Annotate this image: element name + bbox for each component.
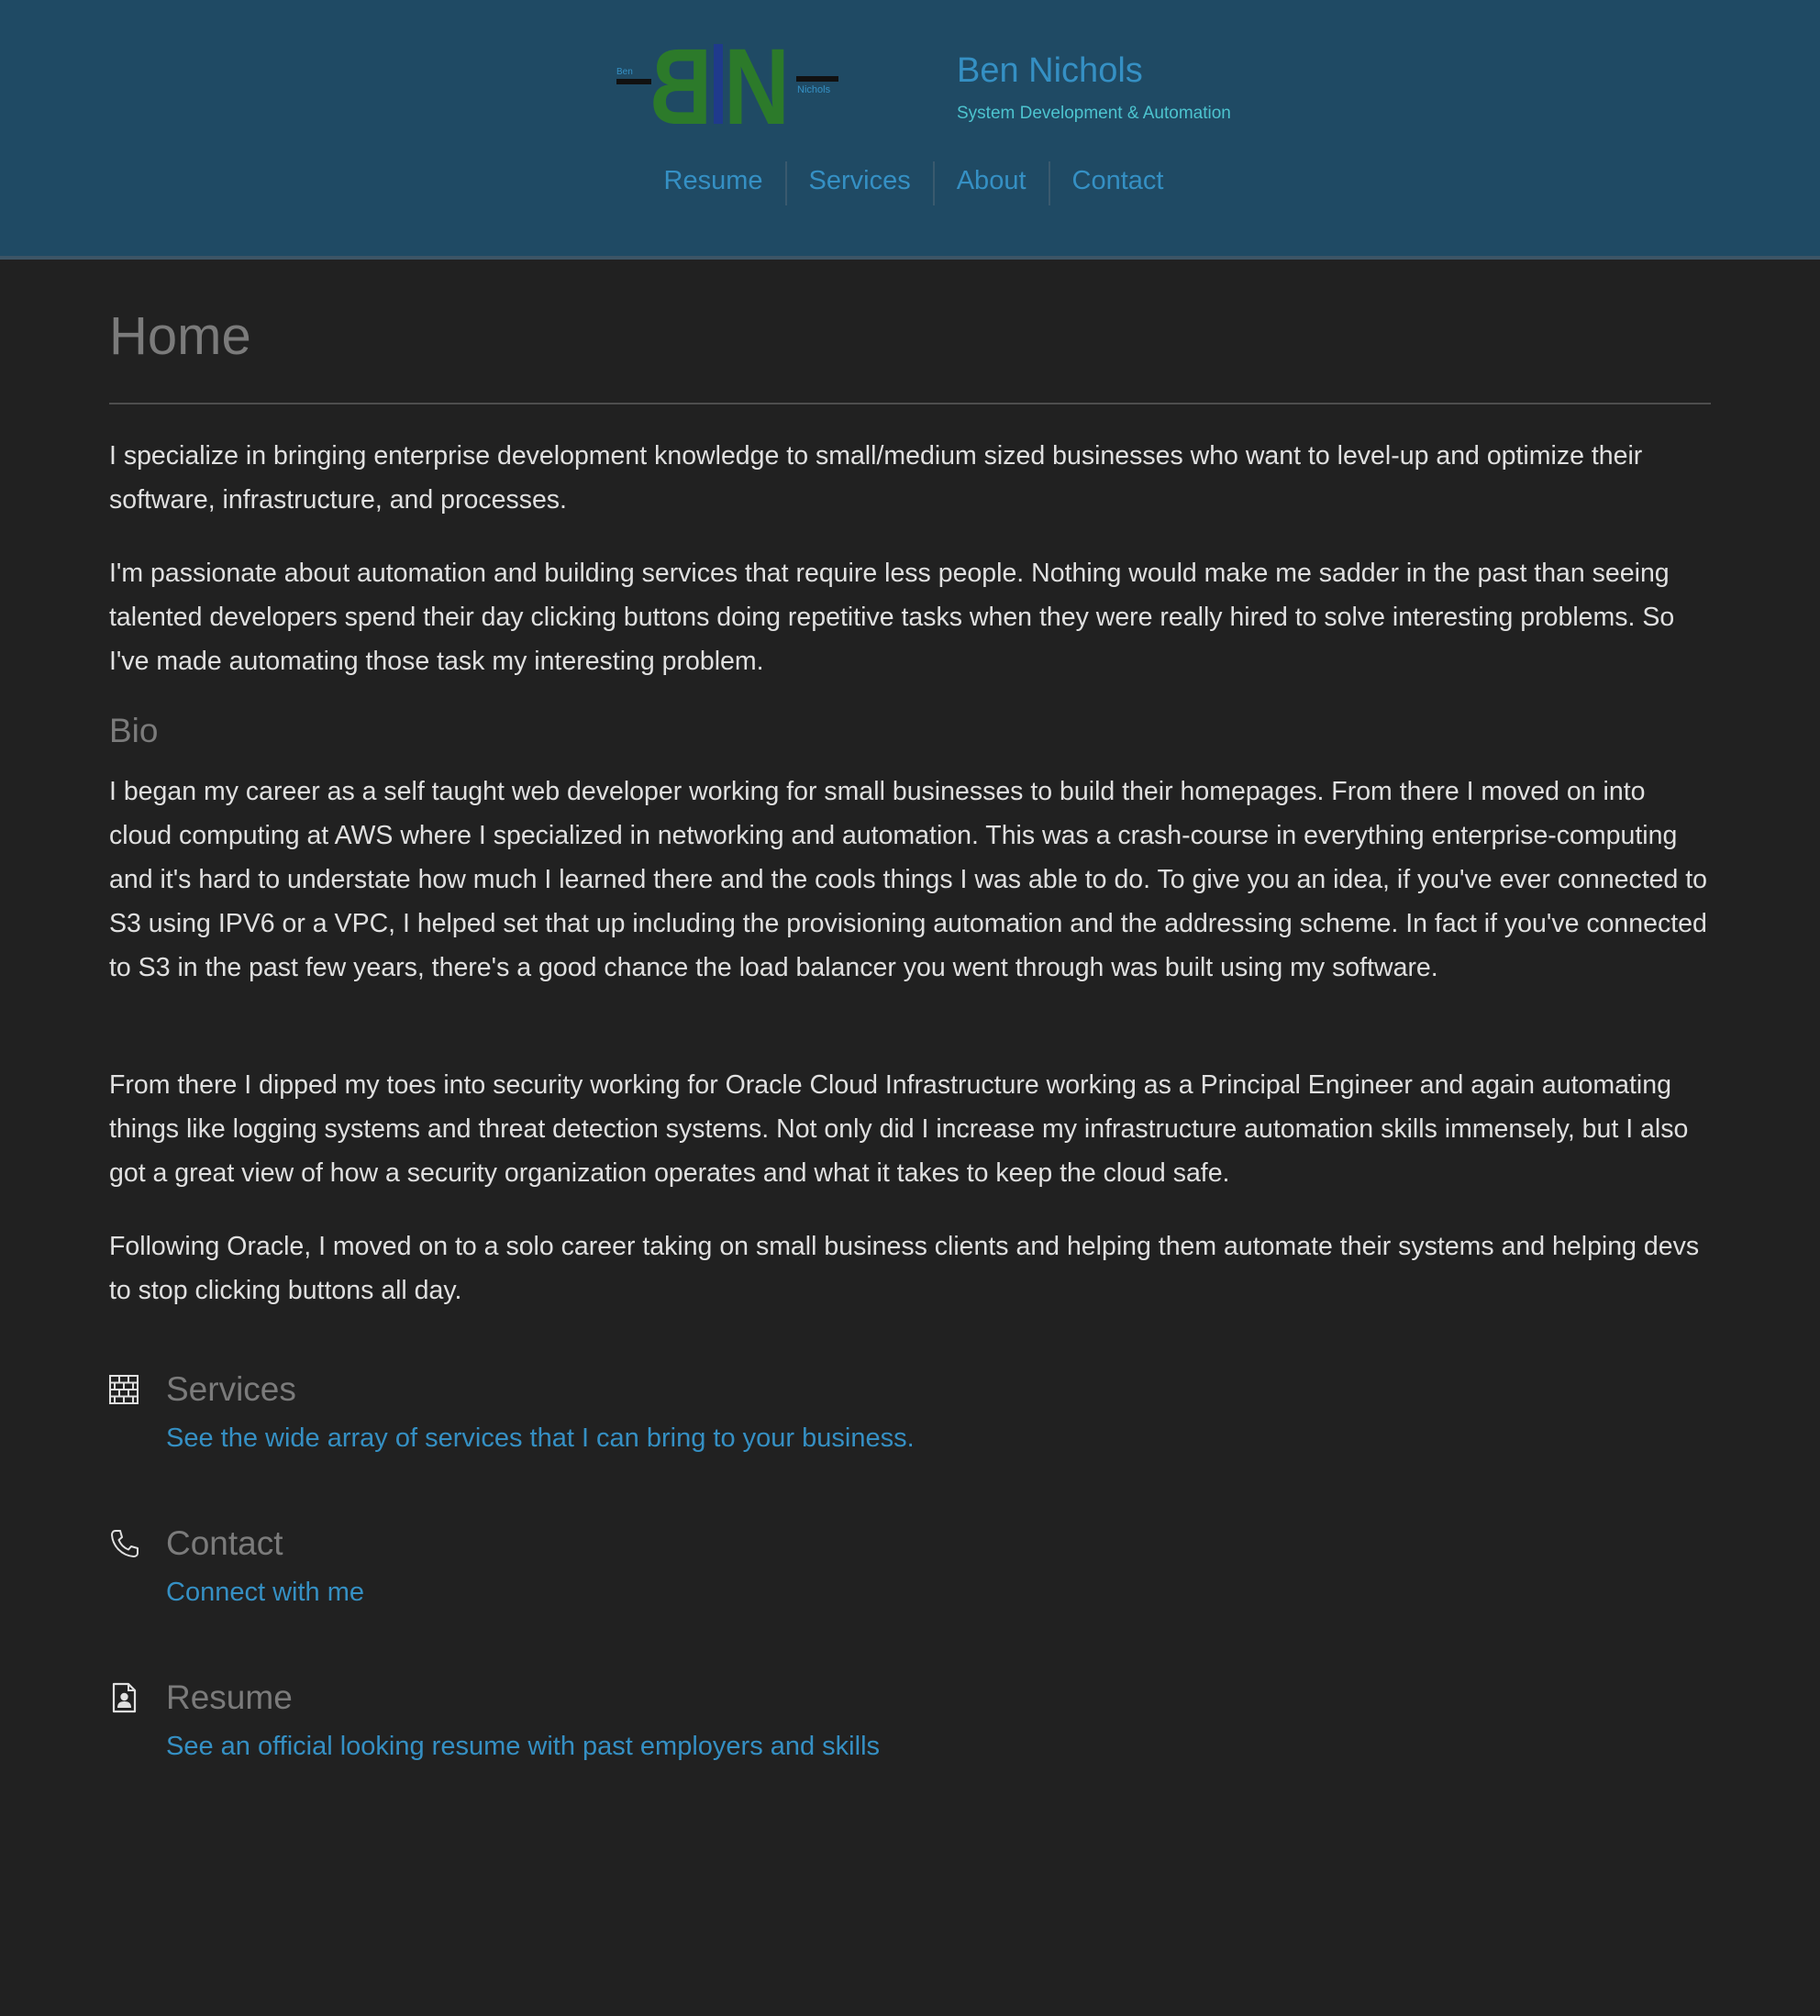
brick-wall-icon <box>109 1375 139 1404</box>
site-header: Ben B N Nichols Ben Nichols System Devel… <box>0 0 1820 260</box>
nav-link-contact[interactable]: Contact <box>1050 161 1186 205</box>
svg-text:B: B <box>649 37 712 138</box>
svg-text:Ben: Ben <box>616 67 633 77</box>
nav-link-about[interactable]: About <box>935 161 1050 205</box>
contact-card-title: Contact <box>166 1524 283 1562</box>
services-card-title: Services <box>166 1370 296 1408</box>
site-logo[interactable]: Ben B N Nichols <box>613 37 842 138</box>
bio-heading: Bio <box>109 712 159 749</box>
contact-card: Contact Connect with me <box>109 1524 1711 1625</box>
nav-link-resume[interactable]: Resume <box>642 161 787 205</box>
site-subtitle: System Development & Automation <box>957 104 1231 123</box>
intro-paragraph-2: I'm passionate about automation and buil… <box>109 559 1675 676</box>
services-link[interactable]: See the wide array of services that I ca… <box>166 1423 915 1454</box>
svg-text:N: N <box>724 37 790 138</box>
resume-document-icon <box>112 1682 137 1713</box>
contact-link[interactable]: Connect with me <box>166 1578 364 1608</box>
resume-card: Resume See an official looking resume wi… <box>109 1678 1711 1779</box>
nav-link-services[interactable]: Services <box>787 161 935 205</box>
page-title: Home <box>109 306 251 366</box>
main-nav: Resume Services About Contact <box>4 161 1820 205</box>
resume-link[interactable]: See an official looking resume with past… <box>166 1732 880 1762</box>
bio-paragraph-3: Following Oracle, I moved on to a solo c… <box>109 1232 1700 1305</box>
title-divider <box>109 403 1711 404</box>
resume-card-title: Resume <box>166 1678 293 1716</box>
svg-text:Nichols: Nichols <box>797 84 831 95</box>
bio-paragraph-1: I began my career as a self taught web d… <box>109 777 1708 982</box>
services-card: Services See the wide array of services … <box>109 1370 1711 1471</box>
phone-icon <box>111 1530 139 1557</box>
bio-paragraph-2: From there I dipped my toes into securit… <box>109 1070 1689 1188</box>
site-title[interactable]: Ben Nichols <box>957 51 1143 91</box>
intro-paragraph-1: I specialize in bringing enterprise deve… <box>109 441 1643 515</box>
